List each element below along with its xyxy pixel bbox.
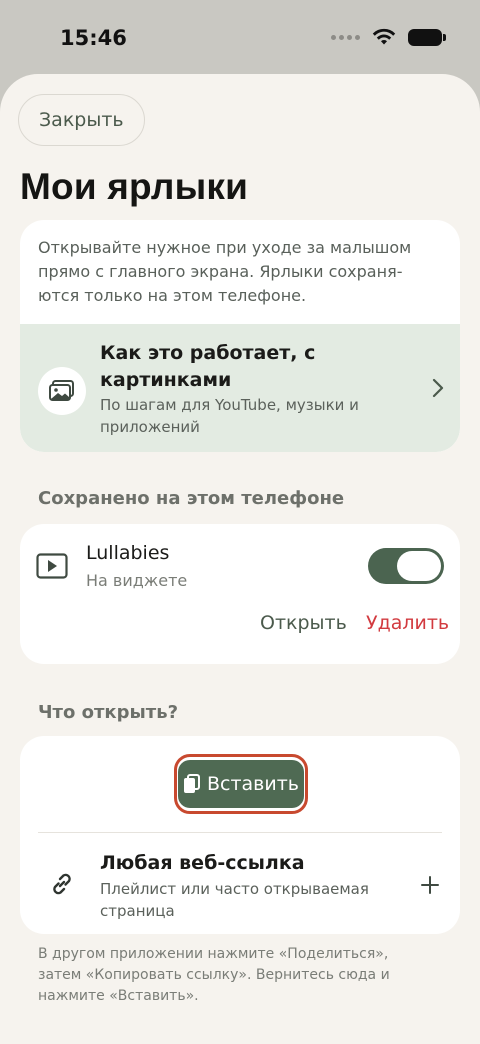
saved-shortcut-card: Lullabies На виджете Открыть Удалить xyxy=(20,524,460,664)
link-icon xyxy=(53,873,71,895)
saved-section-label: Сохранено на этом телефоне xyxy=(38,488,345,509)
battery-icon xyxy=(408,28,446,46)
info-text: Открывайте нужное при уходе за малышом п… xyxy=(38,238,412,305)
web-link-subtitle: Плейлист или часто открываемая страница xyxy=(100,880,369,920)
web-link-title[interactable]: Любая веб-ссылка xyxy=(100,852,305,874)
paste-label: Вставить xyxy=(206,773,299,795)
footer-note: В другом приложении нажмите «Поделиться»… xyxy=(38,946,390,1004)
open-button[interactable]: Открыть xyxy=(260,612,347,634)
pictures-icon xyxy=(38,367,86,415)
status-time: 15:46 xyxy=(60,26,127,50)
delete-button[interactable]: Удалить xyxy=(366,612,449,634)
page-title: Мои ярлыки xyxy=(20,166,249,207)
video-play-icon xyxy=(36,553,68,579)
shortcuts-sheet: Закрыть Мои ярлыки Открывайте нужное при… xyxy=(0,74,480,1044)
divider xyxy=(38,832,442,833)
cellular-signal-icon xyxy=(331,34,360,40)
status-icons xyxy=(331,28,446,46)
what-to-open-card: Вставить Любая веб-ссылка Плейлист или ч… xyxy=(20,736,460,934)
toggle-knob xyxy=(397,551,441,581)
how-it-works-row[interactable]: Как это работает, с картинками По шагам … xyxy=(20,324,460,452)
how-it-works-title: Как это работает, с картинками xyxy=(100,342,316,391)
info-card: Открывайте нужное при уходе за малышом п… xyxy=(20,220,460,452)
wifi-icon xyxy=(372,28,396,45)
status-bar: 15:46 xyxy=(0,0,480,76)
paste-button[interactable]: Вставить xyxy=(178,760,304,808)
shortcut-subtitle: На виджете xyxy=(86,571,188,590)
shortcut-title: Lullabies xyxy=(86,542,170,564)
close-button[interactable]: Закрыть xyxy=(18,94,145,146)
widget-toggle[interactable] xyxy=(368,548,444,584)
clipboard-icon xyxy=(183,774,200,793)
what-to-open-label: Что открыть? xyxy=(38,702,179,723)
chevron-right-icon xyxy=(432,378,444,398)
how-it-works-subtitle: По шагам для YouTube, музыки и приложени… xyxy=(100,396,359,436)
plus-icon[interactable] xyxy=(420,875,440,895)
